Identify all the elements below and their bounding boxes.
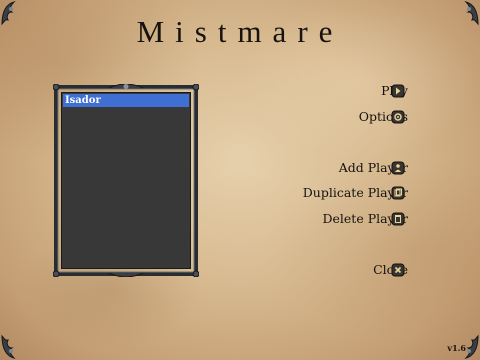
game-title: Mistmare xyxy=(136,14,344,49)
player-list[interactable]: Isador xyxy=(61,92,191,269)
player-list-item[interactable]: Isador xyxy=(63,94,189,107)
player-list-frame: Isador xyxy=(53,84,199,277)
add-player-icon[interactable] xyxy=(391,161,405,175)
corner-ornament-bottom-left xyxy=(0,334,22,360)
arrow-right-icon[interactable] xyxy=(391,84,405,98)
duplicate-player-icon[interactable] xyxy=(391,186,405,200)
close-icon[interactable] xyxy=(391,263,405,277)
version-label: v1.6 xyxy=(447,343,466,353)
delete-player-icon[interactable] xyxy=(391,212,405,226)
main-menu-screen: Mistmare Isador Play Options Add Player … xyxy=(0,0,480,360)
gear-icon[interactable] xyxy=(391,110,405,124)
